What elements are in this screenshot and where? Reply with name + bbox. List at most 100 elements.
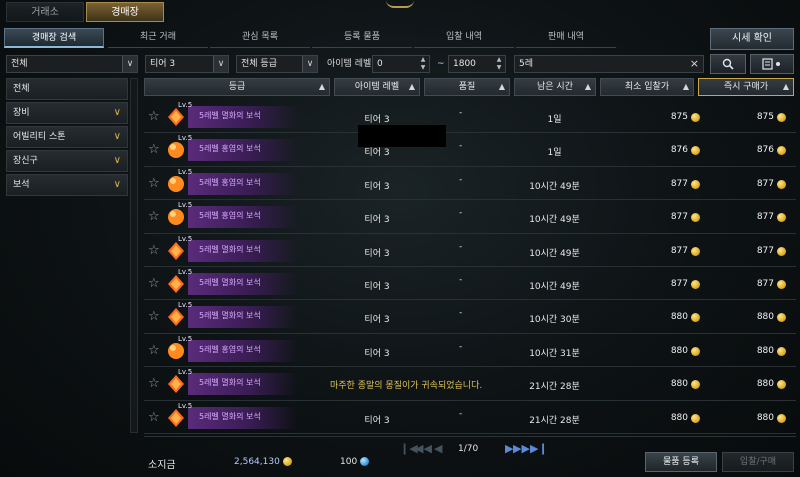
table-row[interactable]: ☆ Lv.5 5레벨 멸화의 보석 티어 3 - 10시간 49분 877 87…	[144, 234, 796, 267]
tab-bid-history[interactable]: 입찰 내역	[414, 28, 514, 48]
buyout-price: 880	[756, 345, 774, 356]
table-row[interactable]: ☆ Lv.5 5레벨 홍염의 보석 티어 3 - 10시간 31분 880 88…	[144, 334, 796, 368]
min-bid-price: 875	[670, 112, 688, 122]
item-quality: -	[459, 174, 463, 185]
search-button[interactable]	[710, 54, 746, 74]
gold-coin-icon	[691, 313, 700, 323]
item-tier: 티어 3	[364, 281, 390, 292]
clear-icon[interactable]: ×	[690, 56, 699, 72]
header-remaining-time[interactable]: 남은 시간 ▲	[514, 78, 596, 96]
favorite-star-icon[interactable]: ☆	[148, 109, 160, 124]
sidebar-item-label: 보석	[13, 180, 30, 190]
favorite-star-icon[interactable]: ☆	[148, 209, 160, 224]
bid-buy-button[interactable]: 입찰/구매	[722, 452, 794, 472]
sidebar-item-all[interactable]: 전체	[6, 78, 128, 100]
table-row[interactable]: ☆ Lv.5 5레벨 멸화의 보석 티어 3 - 10시간 30분 880 88…	[144, 300, 796, 334]
tab-registered-items[interactable]: 등록 물품	[312, 28, 412, 48]
chevron-down-icon: ∨	[113, 155, 121, 166]
detail-filter-button[interactable]	[750, 54, 794, 74]
tab-watchlist[interactable]: 관심 목록	[210, 28, 310, 48]
gold-coin-icon	[691, 146, 700, 156]
chevron-down-icon: ∨	[302, 56, 317, 72]
item-tier: 티어 3	[364, 148, 390, 159]
table-row[interactable]: ☆ Lv.5 5레벨 멸화의 보석 티어 3 - 1일 875 875	[144, 100, 796, 134]
header-item-level[interactable]: 아이템 레벨 ▲	[334, 78, 420, 96]
sort-arrow-icon: ▲	[498, 82, 505, 91]
header-min-bid[interactable]: 최소 입찰가 ▲	[600, 78, 694, 96]
prev-page-icon[interactable]: ◀	[434, 442, 442, 455]
item-name: 5레벨 멸화의 보석	[199, 244, 261, 254]
sidebar-scrollbar[interactable]	[130, 78, 138, 433]
header-grade[interactable]: 등급 ▲	[144, 78, 330, 96]
item-level-max-input[interactable]: 1800 ▲ ▼	[448, 55, 506, 73]
sidebar-item-equipment[interactable]: 장비 ∨	[6, 102, 128, 124]
stepper-arrows-icon[interactable]: ▲ ▼	[417, 56, 429, 72]
last-page-icon[interactable]: ▶❙	[530, 442, 548, 455]
next-ten-icon[interactable]: ▶▶	[513, 442, 530, 455]
remaining-time: 10시간 49분	[529, 248, 580, 259]
header-item-level-label: 아이템 레벨	[354, 82, 400, 92]
item-level-min-input[interactable]: 0 ▲ ▼	[372, 55, 430, 73]
gold-label: 소지금	[148, 460, 176, 471]
gold-coin-icon	[777, 413, 786, 423]
prev-ten-icon[interactable]: ◀◀	[415, 442, 432, 455]
gold-coin-icon	[777, 313, 786, 323]
table-row[interactable]: ☆ Lv.5 5레벨 홍염의 보석 티어 3 - 10시간 49분 877 87…	[144, 167, 796, 201]
item-quality: -	[459, 341, 463, 352]
item-level-min-value: 0	[377, 59, 383, 69]
grade-dropdown[interactable]: 전체 등급 ∨	[236, 55, 318, 73]
favorite-star-icon[interactable]: ☆	[148, 176, 160, 191]
favorite-star-icon[interactable]: ☆	[148, 309, 160, 324]
register-item-button[interactable]: 물품 등록	[645, 452, 717, 472]
favorite-star-icon[interactable]: ☆	[148, 243, 160, 258]
item-name: 5레벨 홍염의 보석	[199, 177, 261, 187]
gold-coin-icon	[777, 213, 786, 223]
favorite-star-icon[interactable]: ☆	[148, 142, 160, 157]
header-quality-label: 품질	[458, 82, 476, 92]
sidebar-item-accessory[interactable]: 장신구 ∨	[6, 150, 128, 172]
favorite-star-icon[interactable]: ☆	[148, 376, 160, 391]
tab-sales-history[interactable]: 판매 내역	[516, 28, 616, 48]
table-row[interactable]: ☆ Lv.5 5레벨 홍염의 보석 티어 3 - 10시간 49분 877 87…	[144, 200, 796, 234]
buyout-price: 880	[756, 312, 774, 323]
item-name: 5레벨 홍염의 보석	[199, 344, 261, 354]
price-check-button[interactable]: 시세 확인	[710, 28, 794, 50]
min-bid-price: 880	[670, 379, 688, 390]
table-row[interactable]: ☆ Lv.5 5레벨 멸화의 보석 티어 3 - 21시간 28분 880 88…	[144, 401, 796, 434]
results-table-header: 등급 ▲ 아이템 레벨 ▲ 품질 ▲ 남은 시간 ▲ 최소 입찰가 ▲ 즉시 구매가 ▲	[144, 78, 796, 96]
divider	[144, 436, 796, 437]
tab-recent-trades[interactable]: 최근 거래	[108, 28, 208, 48]
header-quality[interactable]: 품질 ▲	[424, 78, 510, 96]
tier-dropdown[interactable]: 티어 3 ∨	[145, 55, 229, 73]
item-level-max-value: 1800	[453, 59, 476, 69]
gold-coin-icon	[691, 279, 700, 289]
favorite-star-icon[interactable]: ☆	[148, 276, 160, 291]
range-separator: ~	[437, 59, 445, 69]
sidebar-item-ability-stone[interactable]: 어빌리티 스톤 ∨	[6, 126, 128, 148]
item-level-badge: Lv.5	[178, 334, 193, 343]
chevron-down-icon: ∨	[122, 56, 137, 72]
table-row[interactable]: ☆ Lv.5 5레벨 멸화의 보석 티어 3 - 10시간 49분 877 87…	[144, 267, 796, 301]
gold-value: 2,564,130	[234, 457, 280, 467]
sidebar-item-label: 장비	[13, 108, 30, 118]
search-input[interactable]: 5레 ×	[514, 55, 704, 73]
sort-arrow-icon: ▲	[318, 82, 325, 91]
sort-arrow-icon: ▲	[408, 82, 415, 91]
buyout-price: 880	[756, 379, 774, 390]
favorite-star-icon[interactable]: ☆	[148, 410, 160, 425]
chevron-down-icon: ∨	[113, 131, 121, 142]
stepper-arrows-icon[interactable]: ▲ ▼	[493, 56, 505, 72]
tab-auction[interactable]: 경매장	[86, 2, 164, 22]
table-row[interactable]: ☆ Lv.5 5레벨 홍염의 보석 티어 3 - 1일 876 876	[144, 133, 796, 167]
buyout-price: 877	[756, 178, 774, 189]
header-buyout[interactable]: 즉시 구매가 ▲	[698, 78, 794, 96]
gold-coin-icon	[691, 346, 700, 356]
tab-exchange[interactable]: 거래소	[6, 2, 84, 22]
category-dropdown[interactable]: 전체 ∨	[6, 55, 138, 73]
sidebar-item-gem[interactable]: 보석 ∨	[6, 174, 128, 196]
favorite-star-icon[interactable]: ☆	[148, 343, 160, 358]
tab-auction-search[interactable]: 경매장 검색	[4, 28, 104, 48]
item-name: 5레벨 홍염의 보석	[199, 211, 261, 221]
item-quality: -	[459, 108, 463, 118]
item-level-badge: Lv.5	[178, 234, 193, 243]
